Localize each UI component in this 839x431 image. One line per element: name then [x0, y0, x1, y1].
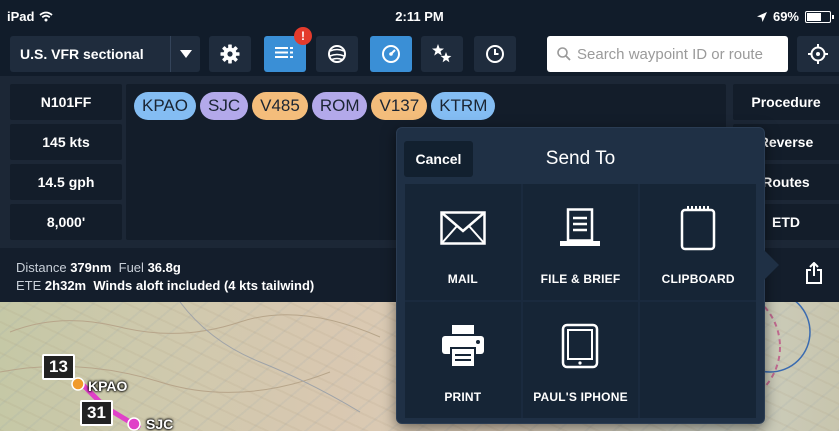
- summary-line-1: Distance 379nm Fuel 36.8g: [16, 260, 181, 275]
- print-icon: [441, 325, 484, 368]
- fuel-value: 36.8g: [147, 260, 181, 275]
- option-label: PAUL'S IPHONE: [533, 390, 628, 404]
- speed-field[interactable]: 145 kts: [10, 124, 122, 160]
- distance-value: 379nm: [70, 260, 112, 275]
- route-chips: KPAO SJC V485 ROM V137 KTRM: [134, 92, 496, 120]
- crosshair-icon: [808, 44, 828, 64]
- option-label: FILE & BRIEF: [540, 272, 621, 286]
- chart-type-label: U.S. VFR sectional: [20, 46, 144, 62]
- fuel-burn-field[interactable]: 14.5 gph: [10, 164, 122, 200]
- battery-level: [807, 12, 821, 21]
- airport-label[interactable]: KPAO: [88, 378, 127, 394]
- stars-icon: [432, 44, 452, 63]
- route-chip[interactable]: SJC: [199, 92, 249, 120]
- option-label: CLIPBOARD: [661, 272, 735, 286]
- send-to-options: MAIL FILE & BRIEF CLIPBOARD PRINT PAUL'S…: [405, 184, 756, 418]
- file-brief-icon: [560, 208, 601, 246]
- favorites-button[interactable]: [421, 36, 463, 72]
- procedure-button[interactable]: Procedure: [733, 84, 839, 120]
- send-print-option[interactable]: PRINT: [405, 302, 521, 418]
- popover-title: Send To: [545, 148, 616, 169]
- instruments-button[interactable]: [370, 36, 412, 72]
- send-file-brief-option[interactable]: FILE & BRIEF: [522, 184, 639, 300]
- aircraft-id-field[interactable]: N101FF: [10, 84, 122, 120]
- option-label: PRINT: [444, 390, 482, 404]
- send-device-option[interactable]: PAUL'S IPHONE: [522, 302, 639, 418]
- ete-label: ETE: [16, 278, 42, 293]
- ete-value: 2h32m: [44, 278, 87, 293]
- alert-badge: !: [294, 27, 312, 45]
- locate-button[interactable]: [797, 36, 839, 72]
- mail-icon: [440, 211, 486, 245]
- clock-icon: [486, 45, 504, 63]
- route-chip[interactable]: KTRM: [431, 92, 496, 120]
- aircraft-params: N101FF 145 kts 14.5 gph 8,000': [10, 84, 122, 244]
- send-to-popover: Cancel Send To MAIL FILE & BRIEF CLIPBOA…: [396, 127, 779, 424]
- toolbar: U.S. VFR sectional ! Search waypoint ID …: [0, 27, 839, 76]
- route-chip[interactable]: KPAO: [134, 92, 196, 120]
- share-icon: [806, 261, 822, 284]
- option-label: MAIL: [447, 272, 478, 286]
- send-mail-option[interactable]: MAIL: [405, 184, 521, 300]
- layers-button[interactable]: [316, 36, 358, 72]
- timer-button[interactable]: [474, 36, 516, 72]
- winds-note: Winds aloft included (4 kts tailwind): [93, 278, 315, 293]
- route-chip[interactable]: V137: [371, 92, 428, 120]
- search-box[interactable]: [547, 36, 788, 72]
- status-bar: iPad 2:11 PM 69%: [0, 0, 839, 34]
- route-chip[interactable]: V485: [252, 92, 308, 120]
- course-marker: 13: [42, 354, 75, 380]
- airport-label[interactable]: SJC: [146, 416, 173, 431]
- share-button[interactable]: [805, 261, 823, 287]
- send-clipboard-option[interactable]: CLIPBOARD: [640, 184, 756, 300]
- clock: 2:11 PM: [395, 9, 444, 24]
- settings-button[interactable]: [209, 36, 251, 72]
- battery-icon: [805, 10, 834, 23]
- battery-percent: 69%: [772, 9, 799, 24]
- distance-label: Distance: [16, 260, 67, 275]
- popover-arrow: [764, 250, 779, 280]
- altitude-field[interactable]: 8,000': [10, 204, 122, 240]
- gauge-icon: [382, 45, 400, 63]
- course-marker: 31: [80, 400, 113, 426]
- chevron-down-icon: [170, 36, 200, 72]
- flight-plan-button[interactable]: !: [264, 27, 312, 72]
- location-arrow-icon: [756, 11, 767, 22]
- fuel-label: Fuel: [118, 260, 144, 275]
- flight-plan-icon: [275, 47, 293, 58]
- search-input[interactable]: [577, 45, 777, 63]
- iphone-icon: [562, 323, 599, 369]
- search-icon: [557, 47, 571, 61]
- clipboard-icon: [680, 206, 716, 251]
- gear-icon: [220, 44, 240, 64]
- route-chip[interactable]: ROM: [311, 92, 368, 120]
- chart-type-selector[interactable]: U.S. VFR sectional: [10, 36, 200, 72]
- layers-globe-icon: [328, 45, 346, 63]
- empty-tile: [640, 302, 756, 418]
- status-right: 69%: [756, 9, 834, 24]
- summary-line-2: ETE 2h32m Winds aloft included (4 kts ta…: [16, 278, 314, 293]
